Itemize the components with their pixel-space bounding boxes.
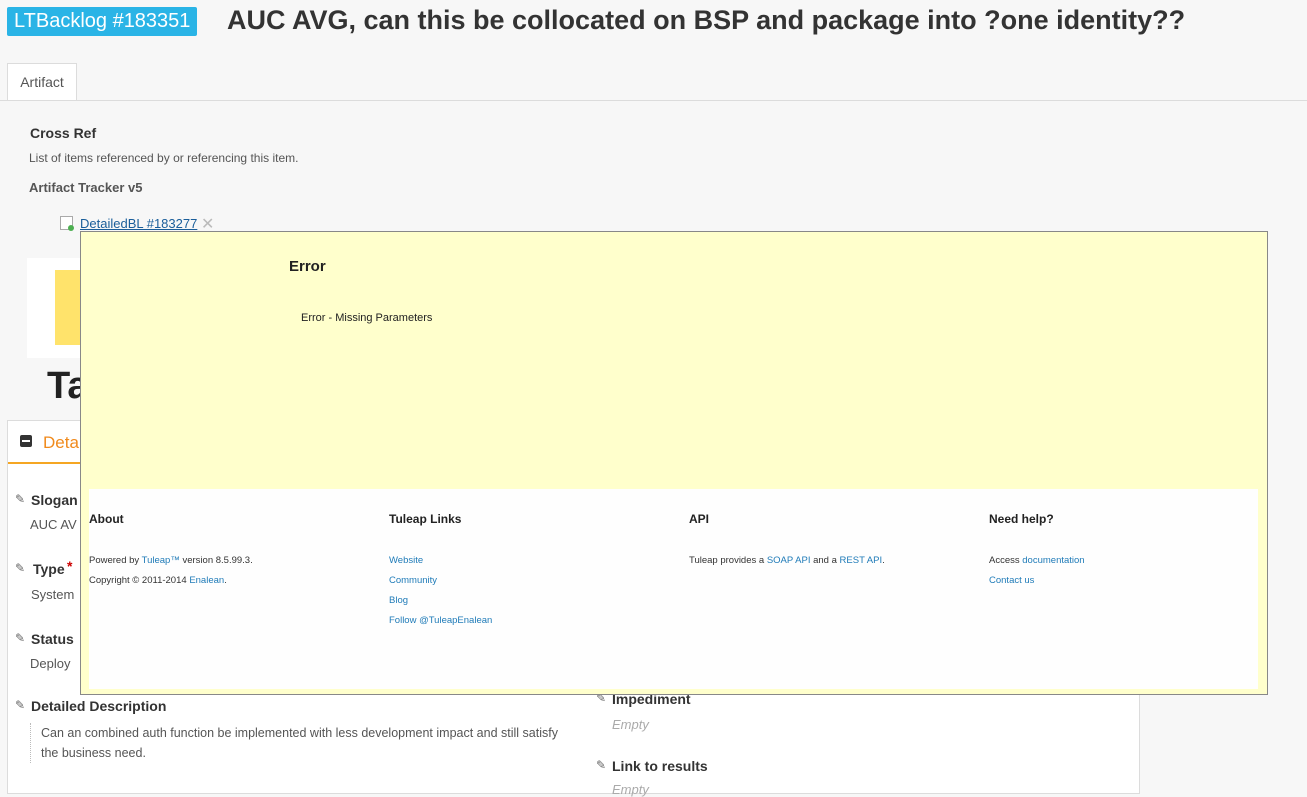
- error-message: Error - Missing Parameters: [301, 312, 433, 324]
- soap-api-link[interactable]: SOAP API: [767, 555, 811, 566]
- required-marker: *: [67, 558, 73, 574]
- tuleap-link[interactable]: Tuleap™: [142, 555, 180, 566]
- status-value: Deploy: [30, 656, 71, 671]
- powered-prefix: Powered by: [89, 555, 142, 566]
- api-prefix: Tuleap provides a: [689, 555, 767, 566]
- footer-link-community[interactable]: Community: [389, 575, 437, 586]
- cross-ref-description: List of items referenced by or referenci…: [29, 151, 299, 165]
- pencil-icon[interactable]: ✎: [15, 631, 25, 645]
- cross-ref-tracker-label: Artifact Tracker v5: [29, 180, 143, 195]
- page-title: AUC AVG, can this be collocated on BSP a…: [227, 5, 1186, 35]
- pencil-icon[interactable]: ✎: [15, 561, 25, 575]
- api-suffix: .: [882, 555, 885, 566]
- pencil-icon[interactable]: ✎: [15, 492, 25, 506]
- pencil-icon[interactable]: ✎: [15, 698, 25, 712]
- slogan-value: AUC AV: [30, 517, 77, 532]
- access-prefix: Access: [989, 555, 1023, 566]
- footer-help-access: Access documentation: [989, 555, 1085, 566]
- slogan-label: Slogan: [31, 492, 78, 508]
- error-dialog: Error Error - Missing Parameters About P…: [80, 231, 1268, 695]
- powered-suffix: version 8.5.99.3.: [179, 555, 253, 566]
- cross-ref-link[interactable]: DetailedBL #183277: [80, 216, 197, 231]
- footer-api-text: Tuleap provides a SOAP API and a REST AP…: [689, 555, 885, 566]
- type-label: Type: [33, 561, 65, 577]
- footer-copyright: Copyright © 2011-2014 Enalean.: [89, 575, 227, 586]
- api-middle: and a: [810, 555, 840, 566]
- details-section-label[interactable]: Detai: [43, 433, 83, 453]
- collapse-icon[interactable]: [20, 435, 32, 447]
- footer-powered-by: Powered by Tuleap™ version 8.5.99.3.: [89, 555, 253, 566]
- impediment-value: Empty: [612, 717, 649, 732]
- link-to-results-label: Link to results: [612, 758, 708, 774]
- site-footer: About Powered by Tuleap™ version 8.5.99.…: [89, 489, 1258, 689]
- copyright-suffix: .: [224, 575, 227, 586]
- footer-link-website[interactable]: Website: [389, 555, 423, 566]
- type-value: System: [31, 587, 75, 602]
- documentation-link[interactable]: documentation: [1022, 555, 1084, 566]
- error-title: Error: [289, 258, 326, 275]
- cross-ref-title: Cross Ref: [30, 125, 97, 141]
- tracker-badge[interactable]: LTBacklog #183351: [7, 7, 198, 36]
- tab-artifact[interactable]: Artifact: [7, 63, 77, 101]
- link-to-results-value: Empty: [612, 782, 649, 797]
- copyright-prefix: Copyright © 2011-2014: [89, 575, 190, 586]
- details-header-underline: [8, 462, 88, 464]
- footer-about-title: About: [89, 512, 124, 526]
- description-value: Can an combined auth function be impleme…: [30, 723, 566, 763]
- description-label: Detailed Description: [31, 698, 167, 714]
- footer-api-title: API: [689, 512, 710, 526]
- status-label: Status: [31, 631, 74, 647]
- pencil-icon[interactable]: ✎: [596, 758, 606, 772]
- tab-divider: [0, 100, 1307, 101]
- enalean-link[interactable]: Enalean: [189, 575, 224, 586]
- rest-api-link[interactable]: REST API: [840, 555, 883, 566]
- footer-link-blog[interactable]: Blog: [389, 595, 408, 606]
- footer-help-title: Need help?: [989, 512, 1054, 526]
- footer-links-title: Tuleap Links: [389, 512, 462, 526]
- document-icon: [60, 216, 74, 231]
- contact-us-link[interactable]: Contact us: [989, 575, 1034, 586]
- footer-link-twitter[interactable]: Follow @TuleapEnalean: [389, 615, 492, 626]
